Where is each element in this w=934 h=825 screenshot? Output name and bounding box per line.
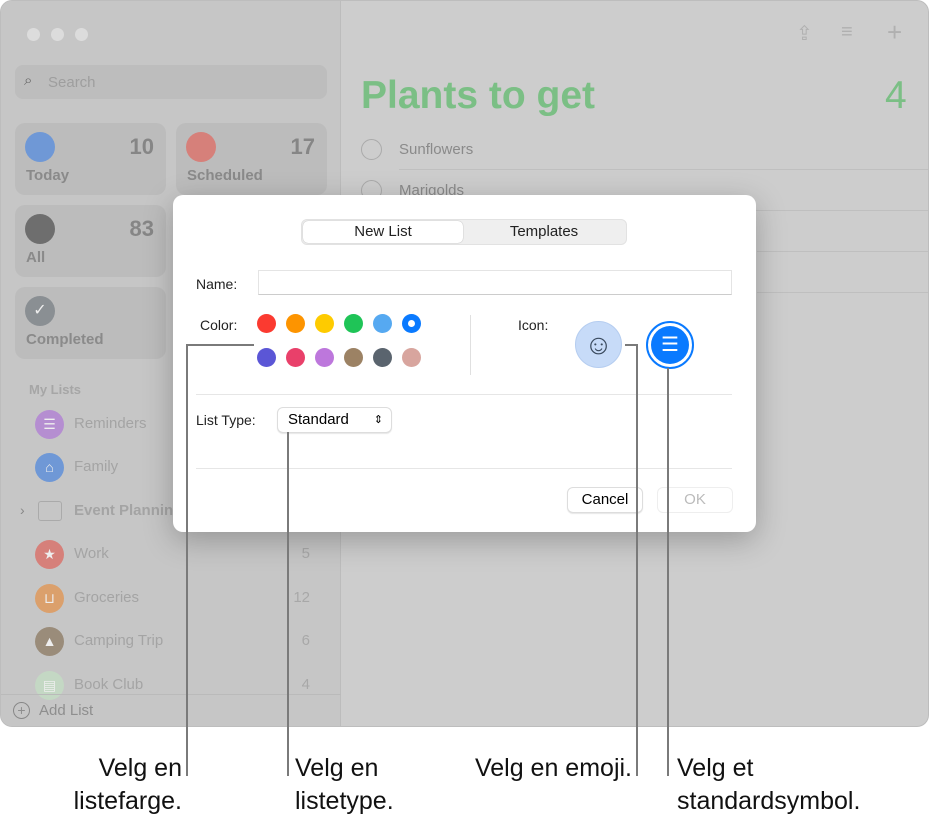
count: 10 [129, 134, 154, 159]
divider [196, 394, 732, 395]
color-swatch[interactable] [373, 348, 392, 367]
smart-list-all[interactable]: 83 All [15, 205, 166, 277]
zoom-button[interactable] [75, 28, 88, 41]
search-input[interactable]: ⌕ Search [15, 65, 327, 99]
color-label: Color: [200, 317, 238, 333]
add-list-label: Add List [39, 702, 94, 719]
chevron-right-icon[interactable]: › [20, 502, 25, 518]
divider [757, 292, 928, 293]
minimize-button[interactable] [51, 28, 64, 41]
search-placeholder: Search [48, 74, 96, 91]
count: 5 [301, 545, 310, 562]
checkbox[interactable] [361, 139, 382, 160]
divider [470, 315, 471, 375]
chevron-updown-icon: ⇕ [373, 414, 383, 426]
divider [399, 169, 928, 170]
callout-emoji: Velg en emoji. [474, 754, 632, 782]
divider [196, 468, 732, 469]
checkmark-icon: ✓ [25, 296, 55, 326]
add-list-button[interactable]: + Add List [1, 694, 341, 726]
name-input[interactable] [258, 270, 732, 295]
my-lists-heading: My Lists [29, 382, 82, 397]
count: 83 [129, 216, 154, 241]
callout-type: Velg en listetype. [295, 754, 394, 815]
list-type-label: List Type: [196, 412, 256, 428]
star-icon: ★ [35, 540, 64, 569]
color-swatch[interactable] [286, 314, 305, 333]
reminder-title[interactable]: Sunflowers [399, 141, 473, 158]
label: All [26, 249, 46, 266]
house-icon: ⌂ [35, 453, 64, 482]
smart-list-scheduled[interactable]: 17 Scheduled [176, 123, 327, 195]
color-swatch[interactable] [257, 314, 276, 333]
color-swatch[interactable] [315, 314, 334, 333]
calendar-today-icon [25, 132, 55, 162]
color-swatch[interactable] [373, 314, 392, 333]
list-item-camping-trip[interactable]: ▲ Camping Trip 6 [35, 627, 325, 657]
label: Event Planning [74, 502, 183, 519]
color-swatch[interactable] [402, 314, 421, 333]
label: Scheduled [187, 167, 263, 184]
tent-icon: ▲ [35, 627, 64, 656]
basket-icon: ⊔ [35, 584, 64, 613]
list-type-value: Standard [288, 411, 349, 428]
folder-icon [38, 501, 62, 521]
list-title: Plants to get [361, 74, 596, 117]
share-icon[interactable]: ⇪ [796, 21, 813, 46]
list-item-groceries[interactable]: ⊔ Groceries 12 [35, 584, 325, 614]
tab-new-list[interactable]: New List [303, 221, 463, 243]
list-type-select[interactable]: Standard ⇕ [277, 407, 392, 433]
callout-line [186, 344, 188, 776]
smart-list-today[interactable]: 10 Today [15, 123, 166, 195]
emoji-icon-button[interactable]: ☺ [575, 321, 622, 368]
color-swatch[interactable] [257, 348, 276, 367]
list-icon: ☰ [35, 410, 64, 439]
label: Work [74, 545, 109, 562]
count: 4 [301, 676, 310, 693]
selected-indicator [408, 320, 415, 327]
divider [757, 251, 928, 252]
cancel-button[interactable]: Cancel [567, 487, 643, 513]
count: 17 [290, 134, 315, 159]
list-item-work[interactable]: ★ Work 5 [35, 540, 325, 570]
callout-line [636, 344, 638, 776]
tab-templates[interactable]: Templates [464, 221, 624, 243]
callout-line [186, 344, 254, 346]
list-count: 4 [885, 74, 907, 117]
callout-line [287, 432, 289, 776]
label: Reminders [74, 415, 147, 432]
callout-color: Velg en listefarge. [73, 754, 182, 815]
standard-symbol-button[interactable]: ☰ [646, 321, 694, 369]
search-icon: ⌕ [24, 72, 33, 89]
color-swatch[interactable] [344, 348, 363, 367]
segmented-control: New List Templates [301, 219, 627, 245]
callout-symbol: Velg et standardsymbol. [677, 754, 861, 815]
label: Book Club [74, 676, 144, 693]
plus-circle-icon: + [13, 702, 30, 719]
label: Groceries [74, 589, 140, 606]
close-button[interactable] [27, 28, 40, 41]
count: 6 [301, 632, 310, 649]
color-swatch[interactable] [286, 348, 305, 367]
label: Family [74, 458, 119, 475]
list-options-icon[interactable]: ≡ [841, 21, 853, 44]
color-swatch[interactable] [402, 348, 421, 367]
calendar-icon [186, 132, 216, 162]
smart-list-completed[interactable]: ✓ Completed [15, 287, 166, 359]
color-swatch[interactable] [315, 348, 334, 367]
count: 12 [293, 589, 310, 606]
label: Completed [26, 331, 104, 348]
name-label: Name: [196, 276, 238, 292]
icon-label: Icon: [518, 317, 549, 333]
label: Camping Trip [74, 632, 164, 649]
color-swatch[interactable] [344, 314, 363, 333]
reminder-item[interactable]: Sunflowers [361, 139, 928, 179]
label: Today [26, 167, 70, 184]
callout-line [667, 368, 669, 776]
list-bullet-icon: ☰ [651, 326, 689, 364]
tray-icon [25, 214, 55, 244]
add-icon[interactable]: + [887, 17, 902, 48]
